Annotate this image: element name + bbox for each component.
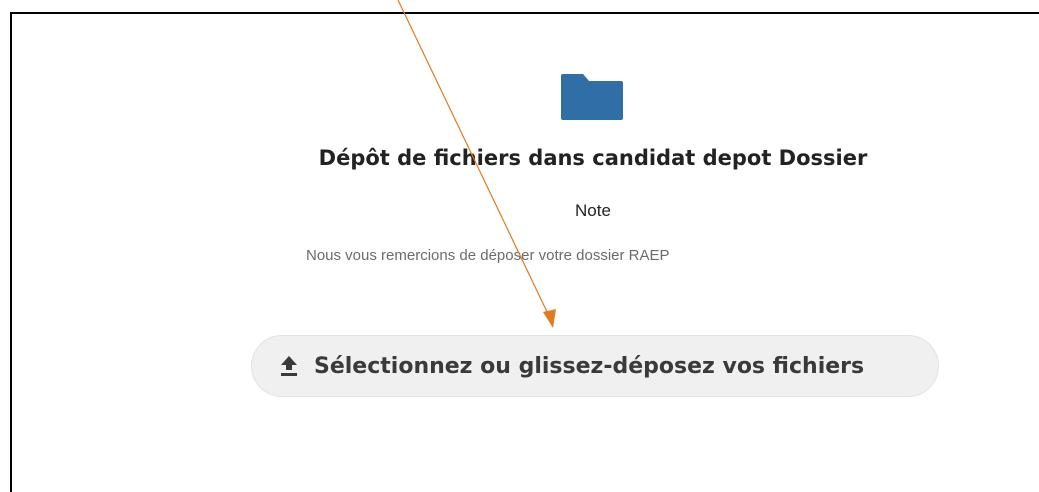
note-label: Note <box>575 201 611 220</box>
page-title: Dépôt de fichiers dans candidat depot Do… <box>318 146 868 170</box>
upload-label: Sélectionnez ou glissez-déposez vos fich… <box>314 353 865 379</box>
note-text: Nous vous remercions de déposer votre do… <box>306 247 670 264</box>
upload-files-button[interactable]: Sélectionnez ou glissez-déposez vos fich… <box>251 335 939 397</box>
upload-icon <box>281 356 297 376</box>
folder-icon <box>561 74 623 120</box>
